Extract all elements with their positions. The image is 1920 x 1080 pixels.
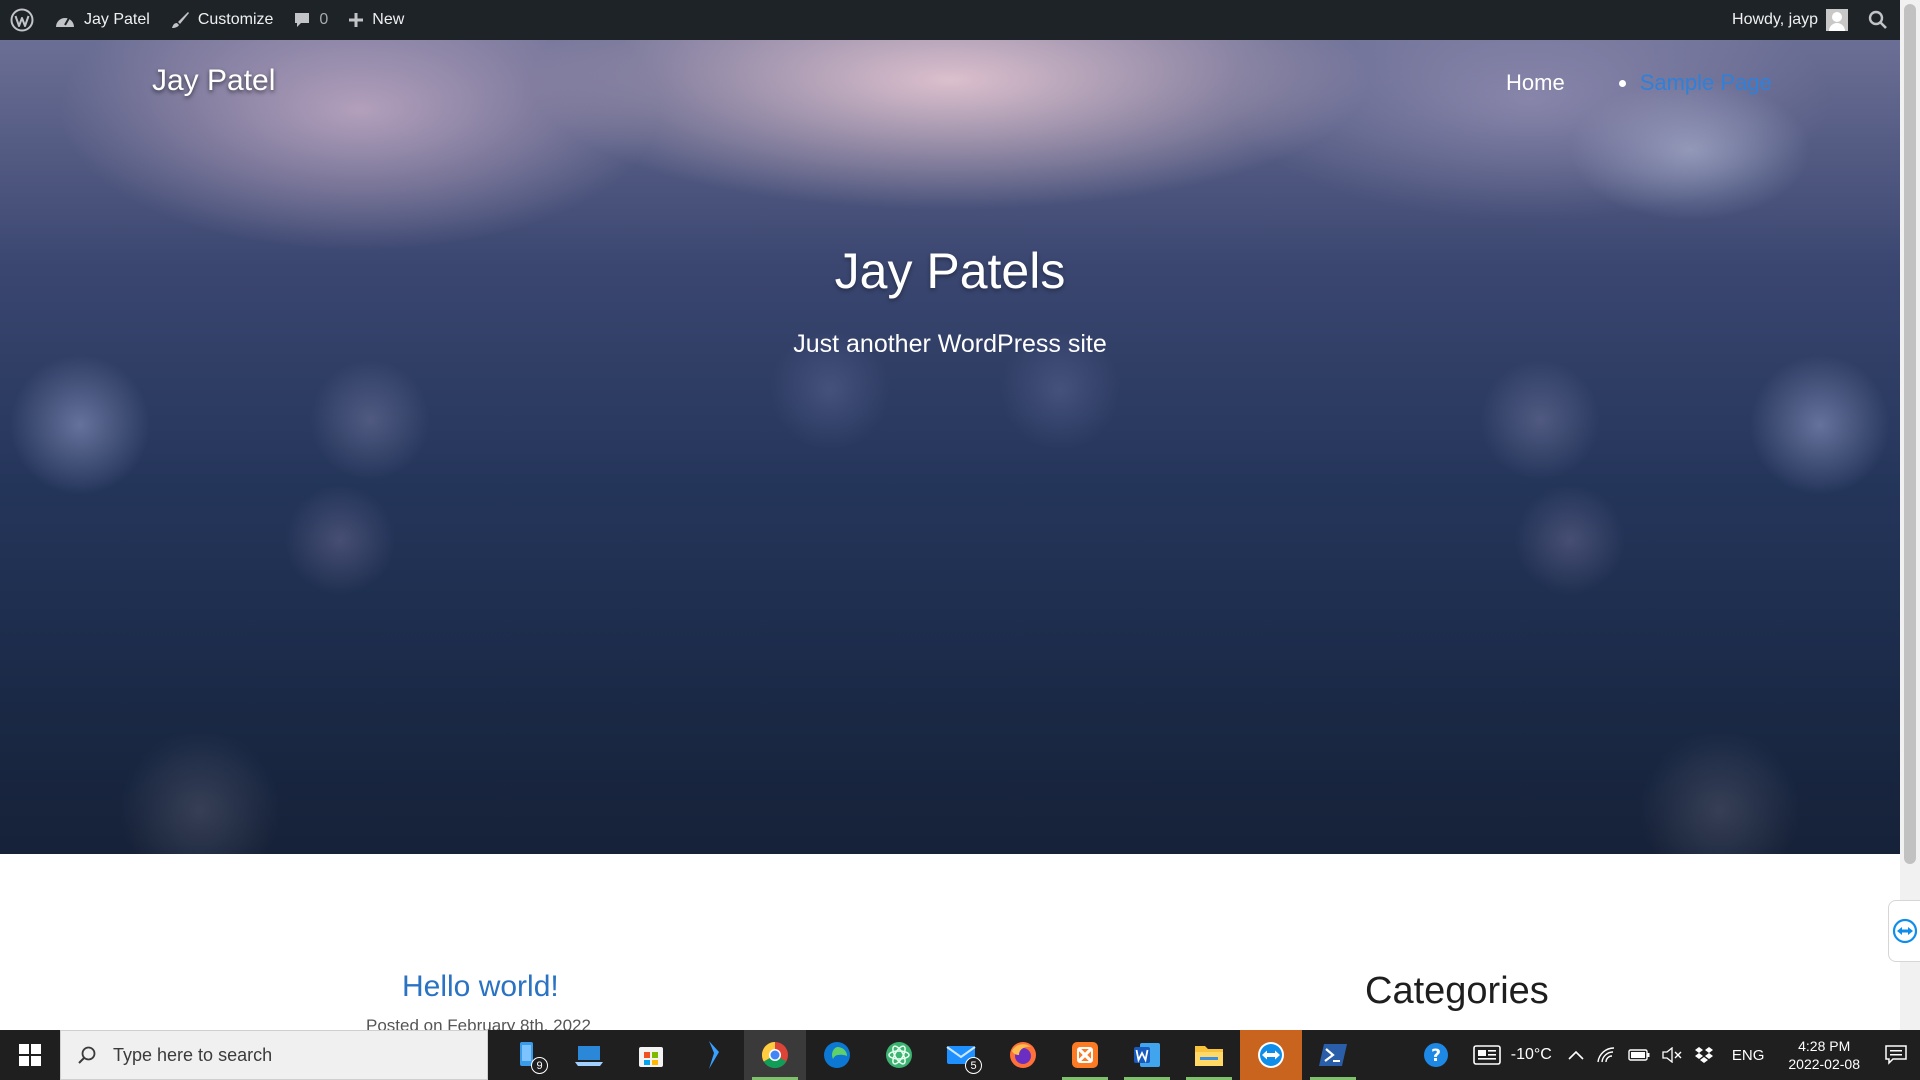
language-indicator[interactable]: ENG	[1720, 1030, 1777, 1080]
microsoft-store-icon	[639, 1047, 663, 1067]
clock-time: 4:28 PM	[1798, 1038, 1851, 1054]
wp-admin-bar: Jay Patel Customize 0 New Howdy, jayp	[0, 0, 1900, 40]
taskbar-app-remote-desktop[interactable]	[558, 1030, 620, 1080]
taskbar-app-word[interactable]	[1116, 1030, 1178, 1080]
admin-search-button[interactable]	[1858, 0, 1900, 40]
notification-icon	[1885, 1045, 1907, 1065]
taskbar-app-chrome[interactable]	[744, 1030, 806, 1080]
word-icon	[1134, 1043, 1160, 1067]
battery-icon	[1628, 1049, 1650, 1061]
new-label: New	[372, 11, 405, 28]
paintbrush-icon	[171, 12, 189, 28]
page-scrollbar[interactable]	[1900, 0, 1920, 1030]
customize-button[interactable]: Customize	[160, 0, 284, 40]
xampp-icon	[1072, 1042, 1098, 1068]
chevron-up-icon	[1568, 1050, 1584, 1060]
scrollbar-thumb[interactable]	[1904, 4, 1916, 864]
weather-temperature: -10°C	[1510, 1046, 1552, 1063]
taskbar-spacer	[488, 1030, 496, 1080]
new-content-button[interactable]: New	[338, 0, 414, 40]
site-logo-link[interactable]: Jay Patel	[152, 64, 275, 98]
news-icon	[1472, 1045, 1501, 1065]
site-name-label: Jay Patel	[84, 11, 150, 28]
teamviewer-panel-handle[interactable]	[1888, 900, 1920, 962]
primary-nav: Home Sample Page	[1506, 70, 1772, 96]
clock-date: 2022-02-08	[1788, 1056, 1860, 1072]
edge-icon	[824, 1042, 850, 1068]
site-name-menu[interactable]: Jay Patel	[44, 0, 160, 40]
wordpress-icon	[10, 8, 34, 32]
howdy-label: Howdy, jayp	[1732, 11, 1818, 28]
nav-item-home[interactable]: Home	[1506, 70, 1565, 96]
hero-shade	[0, 40, 1900, 854]
nav-item-sample-page[interactable]: Sample Page	[1640, 70, 1772, 96]
wordpress-logo-button[interactable]	[0, 0, 44, 40]
taskbar-app-atom[interactable]	[868, 1030, 930, 1080]
dropbox-icon	[1694, 1047, 1713, 1063]
svg-text:?: ?	[1431, 1046, 1441, 1066]
volume-tray-button[interactable]	[1656, 1030, 1688, 1080]
system-tray: ? -10°C ENG 4:28 PM 2022-02-08	[1409, 1030, 1920, 1080]
taskbar-app-edge[interactable]	[806, 1030, 868, 1080]
comments-count: 0	[319, 11, 329, 28]
windows-taskbar: Type here to search 9 5 ? -10°C ENG 4:28…	[0, 1030, 1920, 1080]
post-title-link[interactable]: Hello world!	[402, 970, 559, 1004]
dropbox-tray-button[interactable]	[1688, 1030, 1720, 1080]
avatar	[1826, 9, 1848, 31]
language-label: ENG	[1731, 1046, 1765, 1064]
taskbar-app-phone-link[interactable]: 9	[496, 1030, 558, 1080]
taskbar-app-mail[interactable]: 5	[930, 1030, 992, 1080]
site-title[interactable]: Jay Patels	[0, 242, 1900, 300]
search-placeholder: Type here to search	[113, 1044, 273, 1065]
header-hero: Jay Patel Home Sample Page Jay Patels Ju…	[0, 40, 1900, 854]
show-hidden-icons-button[interactable]	[1562, 1030, 1590, 1080]
chrome-icon	[761, 1041, 788, 1069]
categories-widget-title: Categories	[1365, 970, 1549, 1012]
notification-badge: 9	[531, 1057, 548, 1074]
taskbar-app-teamviewer[interactable]	[1240, 1030, 1302, 1080]
dashboard-icon	[56, 17, 74, 27]
azure-data-studio-icon	[709, 1041, 719, 1069]
taskbar-app-microsoft-store[interactable]	[620, 1030, 682, 1080]
search-icon	[78, 1046, 96, 1064]
my-account-menu[interactable]: Howdy, jayp	[1722, 0, 1858, 40]
site-tagline: Just another WordPress site	[793, 330, 1107, 358]
taskbar-app-powershell[interactable]	[1302, 1030, 1364, 1080]
taskbar-search-box[interactable]: Type here to search	[60, 1030, 488, 1080]
firefox-icon	[1010, 1042, 1036, 1068]
teamviewer-icon	[1258, 1042, 1284, 1068]
nav-bullet-icon	[1618, 79, 1626, 87]
taskbar-app-firefox[interactable]	[992, 1030, 1054, 1080]
battery-tray-button[interactable]	[1622, 1030, 1656, 1080]
powershell-icon	[1319, 1044, 1347, 1066]
taskbar-app-file-explorer[interactable]	[1178, 1030, 1240, 1080]
action-center-button[interactable]	[1872, 1030, 1920, 1080]
search-icon	[1868, 10, 1887, 29]
atom-icon	[886, 1042, 912, 1068]
windows-logo-icon	[19, 1044, 41, 1066]
wifi-icon	[1597, 1047, 1614, 1063]
start-button[interactable]	[0, 1030, 60, 1080]
file-explorer-icon	[1195, 1046, 1223, 1066]
notification-badge: 5	[965, 1057, 982, 1074]
help-tray-button[interactable]: ?	[1409, 1030, 1463, 1080]
volume-muted-icon	[1662, 1047, 1682, 1063]
weather-widget[interactable]: -10°C	[1463, 1030, 1562, 1080]
comments-button[interactable]: 0	[283, 0, 338, 40]
teamviewer-icon	[1892, 918, 1917, 944]
comment-bubble-icon	[295, 13, 310, 27]
taskbar-app-xampp[interactable]	[1054, 1030, 1116, 1080]
taskbar-clock[interactable]: 4:28 PM 2022-02-08	[1776, 1037, 1872, 1073]
plus-icon	[349, 13, 364, 27]
customize-label: Customize	[197, 11, 274, 28]
network-tray-button[interactable]	[1590, 1030, 1622, 1080]
remote-desktop-icon	[575, 1046, 603, 1066]
help-icon: ?	[1423, 1043, 1448, 1067]
taskbar-app-azure-data-studio[interactable]	[682, 1030, 744, 1080]
